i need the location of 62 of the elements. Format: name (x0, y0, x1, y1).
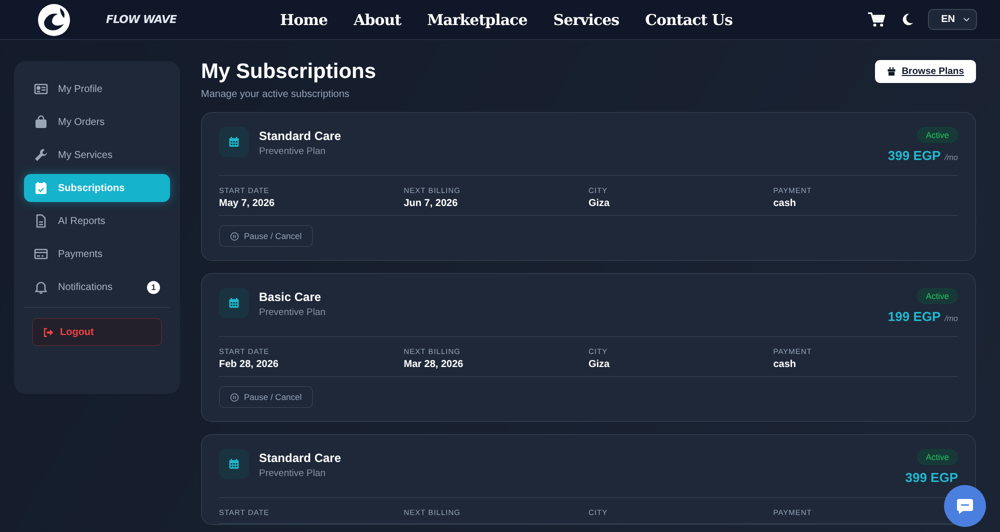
status-badge: Active (916, 449, 958, 465)
nav-link[interactable]: Services (553, 10, 620, 28)
price: 399 EGP (888, 148, 941, 163)
calendar-icon (34, 181, 48, 195)
bell-icon (34, 280, 48, 294)
plan-type: Preventive Plan (259, 146, 327, 157)
wave-logo-icon[interactable] (36, 2, 72, 38)
calendar-icon (219, 127, 249, 157)
id-card-icon (34, 82, 48, 96)
bag-icon (34, 115, 48, 129)
sidebar-item[interactable]: My Profile (24, 75, 170, 103)
pause-cancel-button[interactable]: Pause / Cancel (219, 386, 313, 408)
sidebar-item[interactable]: AI Reports (24, 207, 170, 235)
price-period: /mo (944, 153, 958, 162)
price-period: /mo (944, 314, 958, 323)
credit-card-icon (34, 247, 48, 261)
cart-icon[interactable] (868, 12, 886, 28)
sidebar-item[interactable]: My Services (24, 141, 170, 169)
chat-bubble-icon (955, 496, 975, 516)
plan-type: Preventive Plan (259, 468, 327, 479)
sidebar-item[interactable]: Payments (24, 240, 170, 268)
wrench-icon (34, 148, 48, 162)
nav-link[interactable]: About (354, 10, 402, 28)
status-badge: Active (916, 288, 958, 304)
calendar-icon (219, 449, 249, 479)
status-badge: Active (916, 127, 958, 143)
field-value: cash (773, 359, 798, 370)
language-select[interactable]: EN (928, 9, 977, 30)
brand-name[interactable]: FLOW WAVE (106, 13, 176, 26)
nav-link[interactable]: Home (280, 10, 328, 28)
pause-icon (230, 392, 239, 402)
pause-cancel-button[interactable]: Pause / Cancel (219, 225, 313, 247)
field-value: Feb 28, 2026 (219, 359, 280, 370)
plan-name: Standard Care (259, 451, 342, 465)
field-value: Mar 28, 2026 (404, 359, 464, 370)
nav-link[interactable]: Marketplace (427, 10, 528, 28)
field-value: Giza (588, 198, 611, 209)
chat-button[interactable] (944, 485, 986, 527)
price: 399 EGP (905, 470, 958, 485)
logout-icon (43, 326, 54, 338)
field-value: Jun 7, 2026 (404, 198, 459, 209)
document-icon (34, 214, 48, 228)
gift-icon (886, 67, 896, 76)
moon-icon[interactable] (901, 13, 914, 26)
pause-icon (230, 232, 239, 240)
price: 199 EGP (888, 309, 941, 324)
sidebar-item[interactable]: My Orders (24, 108, 170, 136)
calendar-icon (219, 288, 249, 318)
plan-name: Basic Care (259, 290, 322, 304)
plan-name: Standard Care (259, 129, 342, 143)
browse-plans-button[interactable]: Browse Plans (874, 60, 976, 83)
sidebar-item[interactable]: Notifications 1 (24, 273, 170, 301)
field-value: May 7, 2026 (219, 198, 276, 209)
chevron-down-icon (963, 17, 970, 22)
field-value: Giza (588, 359, 611, 370)
nav-link[interactable]: Contact Us (645, 10, 732, 28)
logout-button[interactable]: Logout (32, 318, 162, 346)
field-value: cash (773, 198, 798, 209)
page-title: My Subscriptions (201, 60, 376, 84)
notification-count: 1 (147, 280, 160, 294)
plan-type: Preventive Plan (259, 307, 327, 318)
page-subtitle: Manage your active subscriptions (201, 89, 350, 100)
